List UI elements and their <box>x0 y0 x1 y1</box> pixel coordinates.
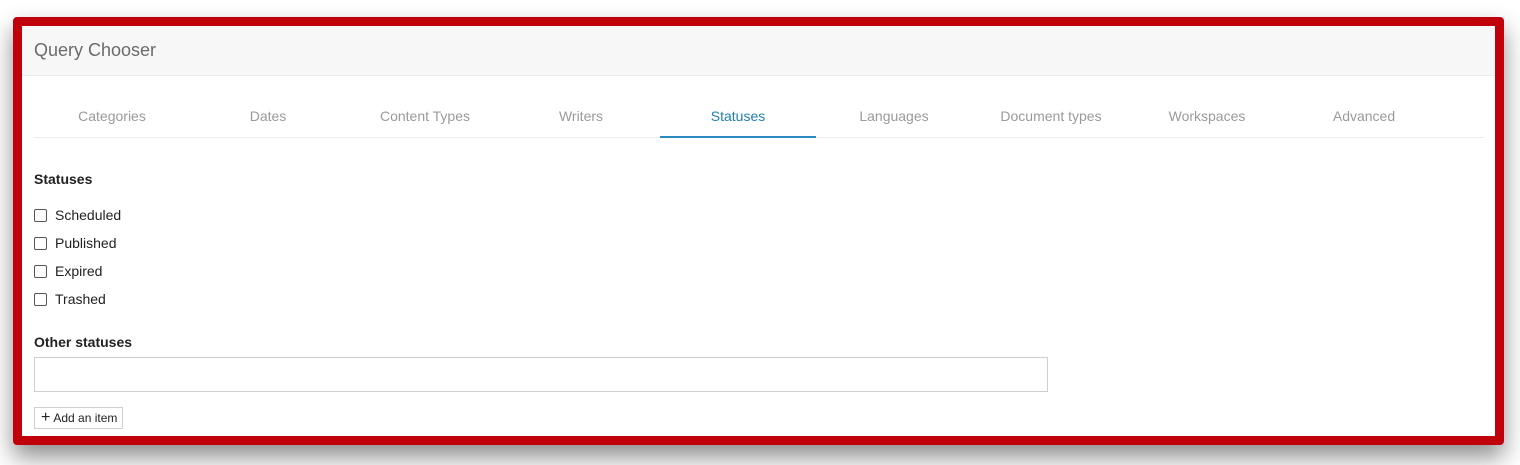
expired-label: Expired <box>55 263 103 279</box>
add-item-label: Add an item <box>53 411 118 425</box>
other-statuses-input[interactable] <box>34 357 1048 392</box>
status-option-scheduled[interactable]: Scheduled <box>34 201 1483 229</box>
status-option-published[interactable]: Published <box>34 229 1483 257</box>
tab-dates[interactable]: Dates <box>190 101 346 138</box>
tab-document-types[interactable]: Document types <box>973 101 1129 138</box>
scheduled-checkbox[interactable] <box>34 208 47 222</box>
published-checkbox[interactable] <box>34 236 47 250</box>
query-chooser-dialog: Query Chooser Categories Dates Content T… <box>13 17 1504 445</box>
dialog-header: Query Chooser <box>22 26 1495 76</box>
tab-workspaces[interactable]: Workspaces <box>1129 101 1285 138</box>
tab-statuses[interactable]: Statuses <box>660 101 816 138</box>
tab-categories[interactable]: Categories <box>34 101 190 138</box>
trashed-checkbox[interactable] <box>34 292 47 306</box>
statuses-heading: Statuses <box>34 171 93 187</box>
trashed-label: Trashed <box>55 291 106 307</box>
plus-icon: + <box>41 409 51 426</box>
scheduled-label: Scheduled <box>55 207 122 223</box>
status-option-expired[interactable]: Expired <box>34 257 1483 285</box>
other-statuses-heading: Other statuses <box>34 334 133 350</box>
statuses-checkbox-list: Scheduled Published Expired Trashed <box>34 201 1483 313</box>
tab-languages[interactable]: Languages <box>816 101 972 138</box>
add-item-button[interactable]: + Add an item <box>34 407 124 429</box>
expired-checkbox[interactable] <box>34 264 47 278</box>
published-label: Published <box>55 235 117 251</box>
tab-advanced[interactable]: Advanced <box>1286 101 1442 138</box>
tab-content-types[interactable]: Content Types <box>347 101 503 138</box>
dialog-title: Query Chooser <box>34 40 157 60</box>
tab-bar: Categories Dates Content Types Writers S… <box>34 101 1485 138</box>
tab-writers[interactable]: Writers <box>503 101 659 138</box>
status-option-trashed[interactable]: Trashed <box>34 285 1483 313</box>
statuses-panel: Statuses Scheduled Published Expired Tra… <box>34 171 1483 429</box>
